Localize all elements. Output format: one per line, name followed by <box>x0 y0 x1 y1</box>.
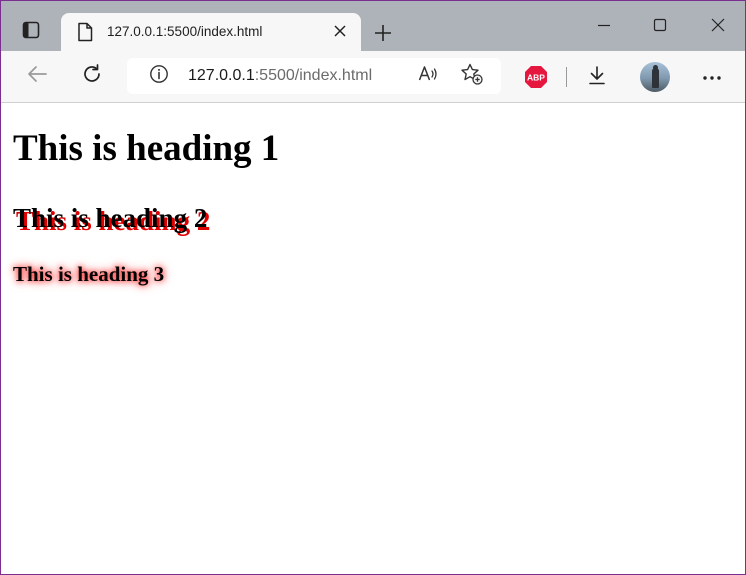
new-tab-button[interactable] <box>369 21 397 49</box>
adblock-extension-button[interactable]: ABP <box>519 60 553 94</box>
minimize-button[interactable] <box>584 11 624 43</box>
close-icon <box>711 18 725 37</box>
add-favorite-button[interactable] <box>455 59 489 93</box>
tab-title: 127.0.0.1:5500/index.html <box>107 24 263 39</box>
close-icon <box>334 24 346 42</box>
url-host: 127.0.0.1 <box>188 67 255 84</box>
add-favorite-icon <box>460 62 484 91</box>
download-icon <box>586 64 608 91</box>
address-bar[interactable]: 127.0.0.1:5500/index.html <box>127 58 501 94</box>
minimize-icon <box>597 18 611 37</box>
tab-actions-button[interactable] <box>11 15 51 49</box>
profile-avatar[interactable] <box>640 62 670 92</box>
more-menu-button[interactable] <box>695 60 729 94</box>
adblock-icon: ABP <box>525 66 547 88</box>
more-icon <box>702 68 722 86</box>
url-path: :5500/index.html <box>254 67 373 84</box>
page-viewport: This is heading 1 This is heading 2 This… <box>1 103 745 574</box>
url-text: 127.0.0.1:5500/index.html <box>188 67 372 85</box>
heading-3: This is heading 3 <box>13 262 165 286</box>
maximize-icon <box>653 18 667 37</box>
close-window-button[interactable] <box>698 11 738 43</box>
info-icon <box>149 64 169 89</box>
close-tab-button[interactable] <box>329 22 351 44</box>
maximize-button[interactable] <box>640 11 680 43</box>
refresh-button[interactable] <box>75 59 109 93</box>
downloads-button[interactable] <box>580 60 614 94</box>
heading-1: This is heading 1 <box>13 128 280 169</box>
page-icon <box>75 22 95 42</box>
plus-icon <box>374 24 392 47</box>
back-button[interactable] <box>20 59 54 93</box>
tab-active[interactable]: 127.0.0.1:5500/index.html <box>61 13 361 51</box>
read-aloud-icon <box>417 63 439 90</box>
heading-2: This is heading 2 <box>13 203 208 233</box>
tab-strip: 127.0.0.1:5500/index.html <box>1 1 745 51</box>
back-arrow-icon <box>26 63 48 90</box>
toolbar-divider <box>566 67 567 87</box>
refresh-icon <box>81 63 103 90</box>
read-aloud-button[interactable] <box>411 59 445 93</box>
adblock-label: ABP <box>527 73 545 83</box>
avatar-person <box>652 68 659 88</box>
tab-actions-icon <box>22 21 40 44</box>
browser-window: 127.0.0.1:5500/index.html 127.0.0.1:5500… <box>0 0 746 575</box>
browser-toolbar: 127.0.0.1:5500/index.html ABP <box>1 51 745 103</box>
site-info-button[interactable] <box>142 59 176 93</box>
